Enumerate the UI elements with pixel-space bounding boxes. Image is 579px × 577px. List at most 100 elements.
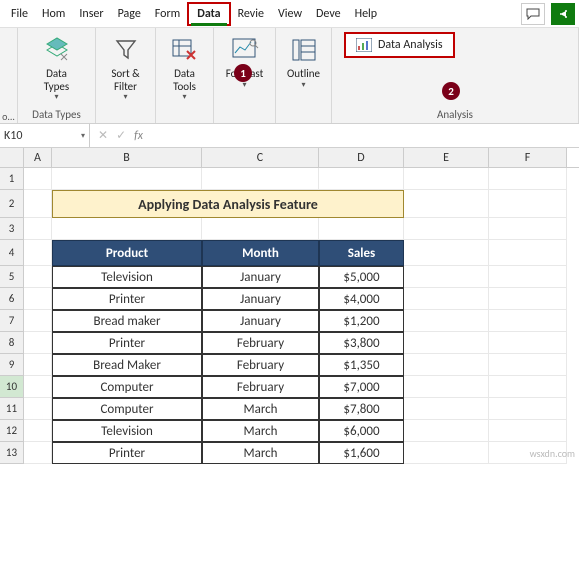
cell[interactable]: [24, 288, 52, 310]
cell[interactable]: [24, 190, 52, 218]
table-cell-product[interactable]: Bread Maker: [52, 354, 202, 376]
cell[interactable]: [24, 420, 52, 442]
cell[interactable]: [404, 354, 489, 376]
tab-home[interactable]: Hom: [35, 2, 72, 26]
cell[interactable]: [24, 442, 52, 464]
col-header-E[interactable]: E: [404, 148, 489, 167]
table-cell-sales[interactable]: $7,000: [319, 376, 404, 398]
outline-button[interactable]: Outline ▾: [283, 32, 325, 92]
cell[interactable]: [404, 288, 489, 310]
row-header-5[interactable]: 5: [0, 266, 24, 288]
table-cell-month[interactable]: March: [202, 398, 319, 420]
cell[interactable]: [404, 310, 489, 332]
cell[interactable]: [24, 398, 52, 420]
table-header-product[interactable]: Product: [52, 240, 202, 266]
table-cell-month[interactable]: February: [202, 332, 319, 354]
cell[interactable]: [489, 168, 567, 190]
table-cell-month[interactable]: January: [202, 266, 319, 288]
col-header-B[interactable]: B: [52, 148, 202, 167]
col-header-C[interactable]: C: [202, 148, 319, 167]
cell[interactable]: [24, 168, 52, 190]
table-cell-product[interactable]: Television: [52, 420, 202, 442]
tab-file[interactable]: File: [4, 2, 35, 26]
cell[interactable]: [489, 332, 567, 354]
cell[interactable]: [489, 218, 567, 240]
cell[interactable]: [24, 218, 52, 240]
tab-review[interactable]: Revie: [231, 2, 271, 26]
cell[interactable]: [52, 168, 202, 190]
data-analysis-button[interactable]: Data Analysis: [344, 32, 455, 58]
tab-page-layout[interactable]: Page: [111, 2, 148, 26]
row-header-9[interactable]: 9: [0, 354, 24, 376]
table-header-sales[interactable]: Sales: [319, 240, 404, 266]
cell[interactable]: [404, 190, 489, 218]
col-header-D[interactable]: D: [319, 148, 404, 167]
cell[interactable]: [489, 376, 567, 398]
cell[interactable]: [52, 218, 202, 240]
comments-icon[interactable]: [521, 3, 545, 25]
cell[interactable]: [404, 240, 489, 266]
table-cell-sales[interactable]: $1,600: [319, 442, 404, 464]
table-cell-sales[interactable]: $3,800: [319, 332, 404, 354]
cell[interactable]: [24, 266, 52, 288]
tab-view[interactable]: View: [271, 2, 309, 26]
row-header-6[interactable]: 6: [0, 288, 24, 310]
table-cell-month[interactable]: February: [202, 354, 319, 376]
tab-developer[interactable]: Deve: [309, 2, 348, 26]
fx-icon[interactable]: fx: [134, 129, 143, 143]
cell[interactable]: [489, 266, 567, 288]
tab-formulas[interactable]: Form: [148, 2, 187, 26]
table-cell-sales[interactable]: $4,000: [319, 288, 404, 310]
cell[interactable]: [404, 218, 489, 240]
table-cell-product[interactable]: Computer: [52, 376, 202, 398]
table-cell-product[interactable]: Printer: [52, 288, 202, 310]
share-button[interactable]: [551, 3, 575, 25]
col-header-A[interactable]: A: [24, 148, 52, 167]
table-cell-sales[interactable]: $5,000: [319, 266, 404, 288]
cell[interactable]: [319, 168, 404, 190]
cell[interactable]: [404, 398, 489, 420]
cell[interactable]: [319, 218, 404, 240]
table-cell-month[interactable]: March: [202, 420, 319, 442]
table-cell-product[interactable]: Television: [52, 266, 202, 288]
cell[interactable]: [489, 398, 567, 420]
tab-data[interactable]: Data: [187, 2, 230, 26]
cell[interactable]: [404, 266, 489, 288]
row-header-8[interactable]: 8: [0, 332, 24, 354]
table-cell-product[interactable]: Computer: [52, 398, 202, 420]
cell[interactable]: [404, 332, 489, 354]
cell[interactable]: [489, 310, 567, 332]
row-header-1[interactable]: 1: [0, 168, 24, 190]
table-header-month[interactable]: Month: [202, 240, 319, 266]
table-cell-sales[interactable]: $7,800: [319, 398, 404, 420]
sort-filter-button[interactable]: Sort & Filter ▾: [105, 32, 147, 104]
cell[interactable]: [404, 442, 489, 464]
table-cell-sales[interactable]: $1,200: [319, 310, 404, 332]
cell[interactable]: [24, 376, 52, 398]
cell[interactable]: [489, 288, 567, 310]
cell[interactable]: [24, 354, 52, 376]
table-cell-month[interactable]: February: [202, 376, 319, 398]
data-types-button[interactable]: Data Types ▾: [36, 32, 78, 104]
cell[interactable]: [404, 376, 489, 398]
tab-help[interactable]: Help: [348, 2, 385, 26]
row-header-2[interactable]: 2: [0, 190, 24, 218]
table-cell-product[interactable]: Printer: [52, 332, 202, 354]
cell[interactable]: [202, 168, 319, 190]
table-cell-month[interactable]: January: [202, 310, 319, 332]
row-header-3[interactable]: 3: [0, 218, 24, 240]
data-tools-button[interactable]: Data Tools ▾: [164, 32, 206, 104]
table-cell-product[interactable]: Printer: [52, 442, 202, 464]
cell[interactable]: [202, 218, 319, 240]
title-cell[interactable]: Applying Data Analysis Feature: [52, 190, 404, 218]
name-box[interactable]: K10 ▾: [0, 124, 90, 147]
col-header-F[interactable]: F: [489, 148, 567, 167]
row-header-12[interactable]: 12: [0, 420, 24, 442]
row-header-13[interactable]: 13: [0, 442, 24, 464]
tab-insert[interactable]: Inser: [72, 2, 110, 26]
forecast-button[interactable]: Forecast ▾: [222, 32, 268, 92]
cell[interactable]: [24, 240, 52, 266]
formula-input[interactable]: [151, 124, 579, 147]
cell[interactable]: [24, 310, 52, 332]
cell[interactable]: [404, 420, 489, 442]
